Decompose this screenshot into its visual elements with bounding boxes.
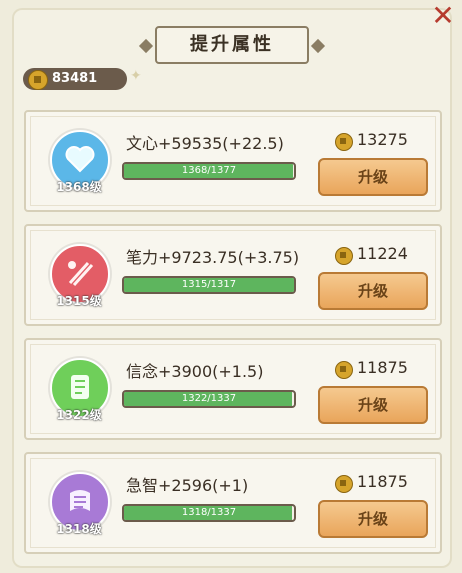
upgrade-cost: 11875 — [357, 358, 408, 377]
attribute-card-2: 1315级 笔力+9723.75(+3.75) 1315/1317 11224 … — [24, 224, 442, 326]
upgrade-button[interactable]: 升级 — [318, 500, 428, 538]
sparkle-icon: ✦ — [130, 68, 142, 84]
level-label: 1318级 — [56, 522, 102, 536]
progress-bar: 1322/1337 — [122, 390, 296, 408]
attribute-card-1: 1368级 文心+59535(+22.5) 1368/1377 13275 升级 — [24, 110, 442, 212]
progress-bar: 1315/1317 — [122, 276, 296, 294]
currency-value: 83481 — [52, 71, 98, 86]
close-icon[interactable]: ✕ — [429, 2, 457, 30]
progress-text: 1315/1317 — [181, 279, 237, 290]
panel-title: 提升属性 — [155, 26, 309, 64]
level-label: 1322级 — [56, 408, 102, 422]
upgrade-button[interactable]: 升级 — [318, 386, 428, 424]
coin-icon — [335, 475, 353, 493]
progress-text: 1368/1377 — [181, 165, 237, 176]
progress-text: 1322/1337 — [181, 393, 237, 404]
upgrade-cost: 11224 — [357, 244, 408, 263]
coin-icon — [335, 361, 353, 379]
coin-icon — [335, 247, 353, 265]
progress-bar: 1368/1377 — [122, 162, 296, 180]
upgrade-cost: 13275 — [357, 130, 408, 149]
attribute-card-4: 1318级 急智+2596(+1) 1318/1337 11875 升级 — [24, 452, 442, 554]
progress-text: 1318/1337 — [181, 507, 237, 518]
attribute-upgrade-panel: 提升属性 ✕ 83481 ✦ 1368级 文心+59535(+22.5) 136… — [0, 0, 462, 573]
coin-icon — [335, 133, 353, 151]
level-label: 1315级 — [56, 294, 102, 308]
stat-name: 笔力+9723.75(+3.75) — [126, 248, 300, 267]
progress-bar: 1318/1337 — [122, 504, 296, 522]
stat-name: 急智+2596(+1) — [126, 476, 249, 495]
coin-icon — [28, 70, 48, 90]
upgrade-button[interactable]: 升级 — [318, 272, 428, 310]
stat-name: 文心+59535(+22.5) — [126, 134, 284, 153]
attribute-card-3: 1322级 信念+3900(+1.5) 1322/1337 11875 升级 — [24, 338, 442, 440]
upgrade-button[interactable]: 升级 — [318, 158, 428, 196]
stat-name: 信念+3900(+1.5) — [126, 362, 264, 381]
upgrade-cost: 11875 — [357, 472, 408, 491]
level-label: 1368级 — [56, 180, 102, 194]
